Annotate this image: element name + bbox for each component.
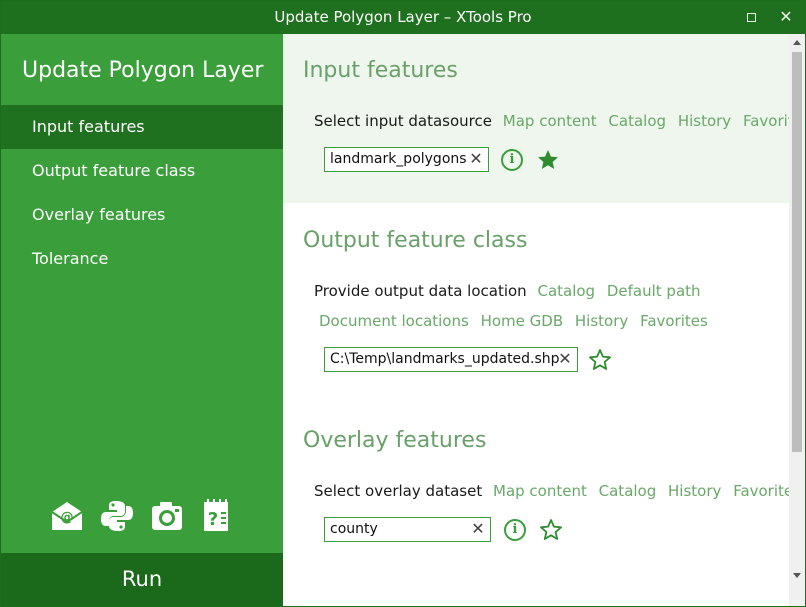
- output-link-history[interactable]: History: [575, 312, 628, 330]
- overlay-features-value: county: [330, 521, 378, 537]
- app-window: Update Polygon Layer – XTools Pro ✕ Upda…: [0, 0, 806, 607]
- sidebar-title: Update Polygon Layer: [22, 58, 264, 83]
- input-link-catalog[interactable]: Catalog: [608, 112, 666, 130]
- run-button[interactable]: Run: [1, 553, 283, 606]
- output-location-label: Provide output data location: [314, 282, 527, 300]
- overlay-link-favorites[interactable]: Favorites: [733, 482, 789, 500]
- output-link-catalog[interactable]: Catalog: [537, 282, 595, 300]
- output-favorite-star-icon[interactable]: [588, 348, 612, 372]
- svg-text:?: ?: [208, 509, 218, 530]
- output-link-home-gdb[interactable]: Home GDB: [481, 312, 564, 330]
- main-content: Input features Select input datasource M…: [283, 34, 789, 606]
- sidebar-item-tolerance[interactable]: Tolerance: [1, 237, 283, 281]
- help-icon[interactable]: ?: [199, 498, 235, 534]
- camera-icon[interactable]: [149, 498, 185, 534]
- scroll-down-icon[interactable]: [793, 573, 801, 578]
- maximize-icon: [747, 13, 756, 22]
- clear-input-icon[interactable]: ✕: [469, 149, 483, 169]
- output-link-default-path[interactable]: Default path: [607, 282, 701, 300]
- sidebar-nav: Input features Output feature class Over…: [1, 105, 283, 281]
- output-link-document-locations[interactable]: Document locations: [319, 312, 469, 330]
- scroll-thumb[interactable]: [792, 52, 802, 452]
- input-features-section: Input features Select input datasource M…: [283, 34, 789, 203]
- output-link-favorites[interactable]: Favorites: [640, 312, 708, 330]
- sidebar-item-overlay-features[interactable]: Overlay features: [1, 193, 283, 237]
- input-favorite-star-icon[interactable]: [536, 148, 560, 172]
- overlay-dataset-label: Select overlay dataset: [314, 482, 483, 500]
- input-info-icon[interactable]: i: [501, 149, 523, 171]
- close-icon: ✕: [779, 7, 793, 26]
- input-features-value: landmark_polygons: [330, 151, 467, 167]
- overlay-link-map-content[interactable]: Map content: [493, 482, 587, 500]
- overlay-features-section: Overlay features Select overlay dataset …: [283, 414, 789, 606]
- vertical-scrollbar[interactable]: [789, 34, 805, 606]
- overlay-dataset-row: Select overlay dataset Map content Catal…: [314, 482, 789, 500]
- input-link-map-content[interactable]: Map content: [503, 112, 597, 130]
- clear-output-icon[interactable]: ✕: [558, 349, 572, 369]
- input-source-label: Select input datasource: [314, 112, 492, 130]
- input-features-field[interactable]: landmark_polygons ✕: [324, 147, 489, 172]
- input-link-history[interactable]: History: [678, 112, 731, 130]
- output-path-value: C:\Temp\landmarks_updated.shp: [330, 351, 560, 367]
- overlay-favorite-star-icon[interactable]: [539, 518, 563, 542]
- output-location-row: Provide output data location Catalog Def…: [314, 282, 708, 300]
- close-button[interactable]: ✕: [779, 7, 793, 26]
- input-source-row: Select input datasource Map content Cata…: [314, 112, 789, 130]
- overlay-info-icon[interactable]: i: [504, 519, 526, 541]
- overlay-features-title: Overlay features: [303, 428, 487, 453]
- sidebar: Update Polygon Layer Input features Outp…: [1, 34, 283, 606]
- maximize-button[interactable]: [745, 10, 759, 24]
- scroll-up-icon[interactable]: [793, 40, 801, 45]
- output-feature-class-title: Output feature class: [303, 228, 528, 253]
- output-location-row-2: Document locations Home GDB History Favo…: [319, 312, 715, 330]
- output-feature-class-section: Output feature class Provide output data…: [283, 214, 789, 394]
- overlay-link-catalog[interactable]: Catalog: [599, 482, 657, 500]
- input-link-favorites[interactable]: Favorites: [743, 112, 789, 130]
- title-bar: Update Polygon Layer – XTools Pro ✕: [1, 1, 805, 34]
- sidebar-item-output-feature-class[interactable]: Output feature class: [1, 149, 283, 193]
- window-title: Update Polygon Layer – XTools Pro: [274, 8, 532, 26]
- clear-overlay-icon[interactable]: ✕: [471, 519, 485, 539]
- email-icon[interactable]: @: [49, 498, 85, 534]
- input-features-title: Input features: [303, 58, 458, 83]
- python-icon[interactable]: [99, 498, 135, 534]
- output-path-field[interactable]: C:\Temp\landmarks_updated.shp ✕: [324, 347, 578, 372]
- overlay-link-history[interactable]: History: [668, 482, 721, 500]
- sidebar-item-input-features[interactable]: Input features: [1, 105, 283, 149]
- overlay-features-field[interactable]: county ✕: [324, 517, 491, 542]
- svg-text:@: @: [61, 510, 74, 525]
- sidebar-tool-icons: @ ?: [49, 498, 249, 534]
